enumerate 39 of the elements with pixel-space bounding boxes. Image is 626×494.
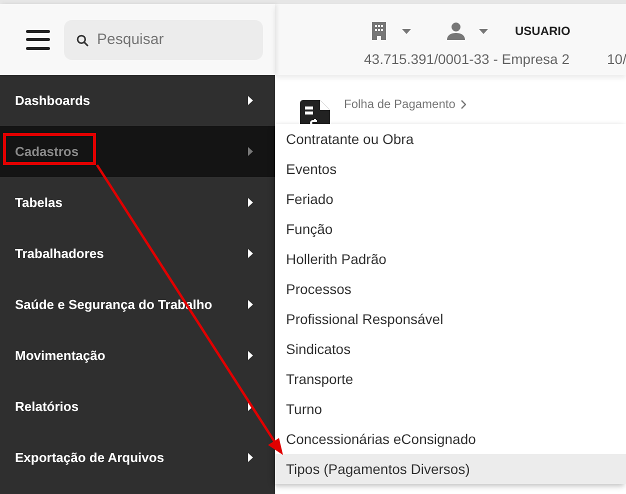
user-name[interactable]: USUARIO [515,24,570,38]
caret-right-icon [248,96,253,105]
building-icon[interactable] [372,22,386,40]
caret-right-icon [248,300,253,309]
caret-icon [402,28,411,34]
search-field[interactable]: Pesquisar [64,20,263,60]
user-icon[interactable] [447,22,465,40]
sidebar-item[interactable]: Movimentação [0,330,275,381]
submenu-item[interactable]: Processos [275,274,626,304]
submenu-item[interactable]: Turno [275,394,626,424]
chevron-right-icon [461,100,466,108]
caret-right-icon [248,147,253,156]
caret-icon [479,28,488,34]
search-icon [76,34,89,46]
submenu-item[interactable]: Hollerith Padrão [275,244,626,274]
caret-right-icon [248,198,253,207]
submenu-item[interactable]: Profissional Responsável [275,304,626,334]
submenu-item[interactable]: Função [275,214,626,244]
company-label: 43.715.391/0001-33 - Empresa 2 [364,51,570,67]
submenu-item[interactable]: Eventos [275,154,626,184]
submenu-item[interactable]: Feriado [275,184,626,214]
sidebar-item[interactable]: Dashboards [0,75,275,126]
submenu-item[interactable]: Sindicatos [275,334,626,364]
sidebar-item[interactable]: Tabelas [0,177,275,228]
submenu-item[interactable]: Tipos (Pagamentos Diversos) [275,454,626,484]
sidebar-item[interactable]: Cadastros [0,126,275,177]
submenu-item[interactable]: Contratante ou Obra [275,124,626,154]
caret-right-icon [248,453,253,462]
document-icon [300,100,330,124]
menu-button[interactable] [26,30,50,50]
caret-right-icon [248,249,253,258]
sidebar-item[interactable]: Exportação de Arquivos [0,432,275,483]
caret-right-icon [248,402,253,411]
breadcrumb[interactable]: Folha de Pagamento [344,97,466,111]
sidebar-item[interactable]: Trabalhadores [0,228,275,279]
submenu-item[interactable]: Transporte [275,364,626,394]
submenu-item[interactable]: Concessionárias eConsignado [275,424,626,454]
sidebar-item[interactable]: Relatórios [0,381,275,432]
caret-right-icon [248,351,253,360]
